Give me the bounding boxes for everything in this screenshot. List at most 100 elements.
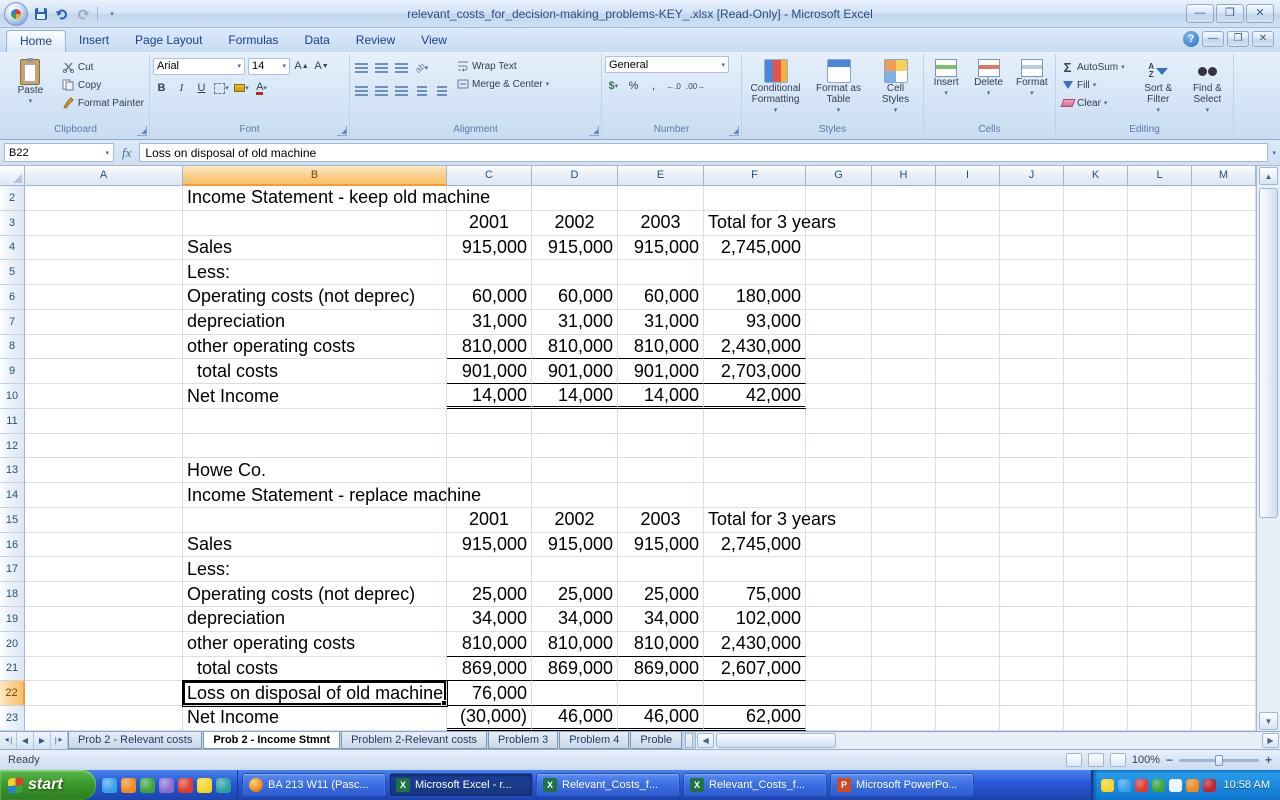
cell-K20[interactable] (1064, 632, 1128, 657)
cell-M8[interactable] (1192, 335, 1256, 360)
cell-G18[interactable] (806, 582, 872, 607)
column-header-J[interactable]: J (1000, 166, 1064, 186)
cell-A3[interactable] (25, 211, 183, 236)
cell-A17[interactable] (25, 557, 183, 582)
cell-K5[interactable] (1064, 260, 1128, 285)
cell-K13[interactable] (1064, 458, 1128, 483)
cell-I11[interactable] (936, 409, 1000, 434)
cell-B19[interactable]: depreciation (183, 607, 447, 632)
office-button[interactable] (4, 2, 28, 26)
horizontal-scroll-track[interactable] (836, 733, 1262, 748)
first-sheet-button[interactable]: ⯇| (0, 732, 17, 749)
column-header-F[interactable]: F (704, 166, 806, 186)
cell-G20[interactable] (806, 632, 872, 657)
cell-L7[interactable] (1128, 310, 1192, 335)
cell-E9[interactable]: 901,000 (618, 359, 704, 384)
cell-D4[interactable]: 915,000 (532, 236, 618, 261)
sheet-tab-problem-4[interactable]: Problem 4 (559, 732, 629, 749)
row-header-11[interactable]: 11 (0, 409, 25, 434)
increase-indent-button[interactable] (433, 83, 450, 100)
cell-D11[interactable] (532, 409, 618, 434)
orientation-button[interactable]: ab▾ (413, 60, 430, 77)
taskbar-window-excel[interactable]: XMicrosoft Excel - r... (389, 773, 533, 797)
cell-J20[interactable] (1000, 632, 1064, 657)
decrease-indent-button[interactable] (413, 83, 430, 100)
cell-C22[interactable]: 76,000 (447, 681, 532, 706)
minimize-button[interactable]: — (1186, 4, 1214, 23)
cell-C16[interactable]: 915,000 (447, 533, 532, 558)
cell-C19[interactable]: 34,000 (447, 607, 532, 632)
cell-M4[interactable] (1192, 236, 1256, 261)
cell-J13[interactable] (1000, 458, 1064, 483)
cell-I4[interactable] (936, 236, 1000, 261)
autosum-button[interactable]: ΣAutoSum▾ (1059, 59, 1132, 75)
cell-B4[interactable]: Sales (183, 236, 447, 261)
cell-C15[interactable]: 2001 (447, 508, 532, 533)
cell-L4[interactable] (1128, 236, 1192, 261)
align-left-button[interactable] (353, 83, 370, 100)
cell-E7[interactable]: 31,000 (618, 310, 704, 335)
cell-C13[interactable] (447, 458, 532, 483)
taskbar-window-excel[interactable]: XRelevant_Costs_f... (683, 773, 827, 797)
cell-A14[interactable] (25, 483, 183, 508)
cell-C20[interactable]: 810,000 (447, 632, 532, 657)
cell-A19[interactable] (25, 607, 183, 632)
page-break-view-button[interactable] (1110, 753, 1126, 767)
cell-A15[interactable] (25, 508, 183, 533)
cell-D21[interactable]: 869,000 (532, 657, 618, 682)
cell-J21[interactable] (1000, 657, 1064, 682)
cell-J14[interactable] (1000, 483, 1064, 508)
cell-G23[interactable] (806, 706, 872, 731)
cell-J11[interactable] (1000, 409, 1064, 434)
cell-F7[interactable]: 93,000 (704, 310, 806, 335)
cell-A11[interactable] (25, 409, 183, 434)
cell-A6[interactable] (25, 285, 183, 310)
cell-G12[interactable] (806, 434, 872, 459)
cell-K15[interactable] (1064, 508, 1128, 533)
row-header-21[interactable]: 21 (0, 657, 25, 682)
cell-G21[interactable] (806, 657, 872, 682)
vertical-scroll-track[interactable] (1259, 186, 1278, 711)
start-button[interactable]: start (0, 770, 96, 800)
tray-icon-2[interactable] (1118, 779, 1131, 792)
cell-styles-button[interactable]: Cell Styles ▾ (873, 56, 919, 124)
cell-H10[interactable] (872, 384, 936, 409)
cell-I3[interactable] (936, 211, 1000, 236)
cell-F10[interactable]: 42,000 (704, 384, 806, 409)
quicklaunch-icon-4[interactable] (159, 778, 174, 793)
taskbar-window-powerpoint[interactable]: PMicrosoft PowerPo... (830, 773, 974, 797)
cell-M18[interactable] (1192, 582, 1256, 607)
cell-H20[interactable] (872, 632, 936, 657)
cell-J5[interactable] (1000, 260, 1064, 285)
row-header-13[interactable]: 13 (0, 458, 25, 483)
cell-K17[interactable] (1064, 557, 1128, 582)
cell-J10[interactable] (1000, 384, 1064, 409)
cell-K6[interactable] (1064, 285, 1128, 310)
tab-insert[interactable]: Insert (66, 30, 122, 52)
cell-G14[interactable] (806, 483, 872, 508)
cell-J12[interactable] (1000, 434, 1064, 459)
tray-icon-6[interactable] (1186, 779, 1199, 792)
align-bottom-button[interactable] (393, 60, 410, 77)
cell-I10[interactable] (936, 384, 1000, 409)
cell-H22[interactable] (872, 681, 936, 706)
tray-icon-4[interactable] (1152, 779, 1165, 792)
cell-H23[interactable] (872, 706, 936, 731)
cell-E8[interactable]: 810,000 (618, 335, 704, 360)
cell-M14[interactable] (1192, 483, 1256, 508)
cell-D15[interactable]: 2002 (532, 508, 618, 533)
close-button[interactable]: ✕ (1246, 4, 1274, 23)
font-color-button[interactable]: A▾ (253, 80, 270, 97)
qat-customize-button[interactable]: ▾ (103, 5, 121, 23)
cell-K19[interactable] (1064, 607, 1128, 632)
cell-F3[interactable]: Total for 3 years (704, 211, 806, 236)
cell-H9[interactable] (872, 359, 936, 384)
cell-G5[interactable] (806, 260, 872, 285)
cell-B10[interactable]: Net Income (183, 384, 447, 409)
delete-cells-button[interactable]: Delete ▾ (969, 56, 1007, 124)
cell-H7[interactable] (872, 310, 936, 335)
cell-A22[interactable] (25, 681, 183, 706)
cell-J16[interactable] (1000, 533, 1064, 558)
tab-review[interactable]: Review (343, 30, 408, 52)
row-header-9[interactable]: 9 (0, 359, 25, 384)
